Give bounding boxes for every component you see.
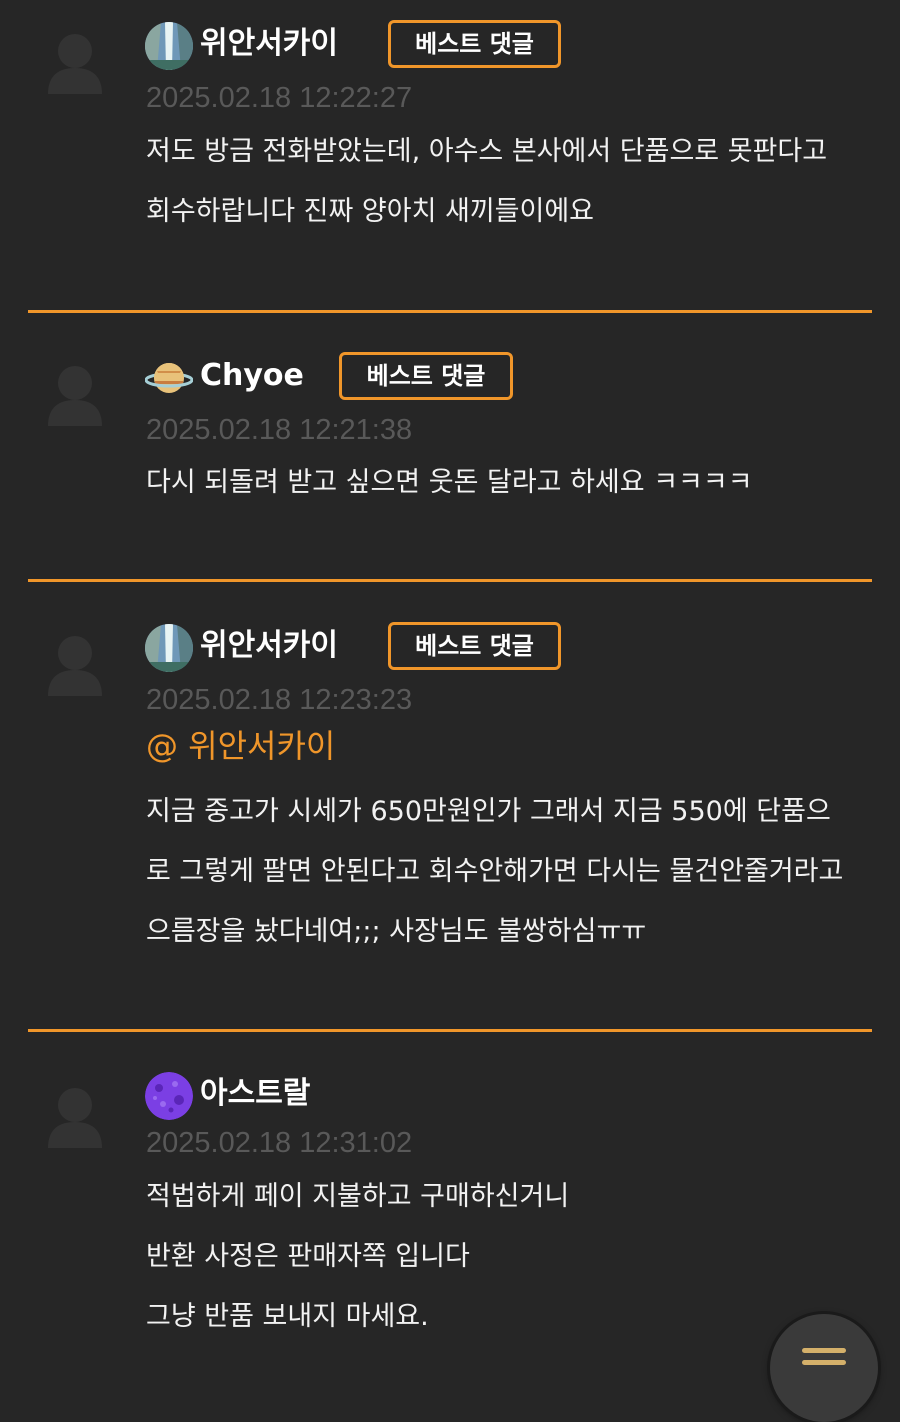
comment-text-line: 저도 방금 전화받았는데, 아수스 본사에서 단품으로 못판다고: [146, 136, 828, 167]
comment-text-line: 다시 되돌려 받고 싶으면 웃돈 달라고 하세요 ㅋㅋㅋㅋ: [146, 467, 753, 498]
comment-timestamp: 2025.02.18 12:23:23: [146, 684, 413, 716]
comment-timestamp: 2025.02.18 12:21:38: [146, 414, 413, 446]
comment-text-line: 지금 중고가 시세가 650만원인가 그래서 지금 550에 단품으: [146, 796, 831, 827]
comment-text-line: 로 그렇게 팔면 안된다고 회수안해가면 다시는 물건안줄거라고: [146, 856, 844, 887]
best-comment-badge: 베스트 댓글: [339, 352, 513, 400]
comment-text-line: 그냥 반품 보내지 마세요.: [146, 1301, 429, 1332]
best-comment-badge: 베스트 댓글: [388, 622, 561, 670]
saturn-badge-icon: [144, 354, 194, 402]
comment-timestamp: 2025.02.18 12:31:02: [146, 1127, 413, 1159]
comment-text-line: 으름장을 놨다네여;;; 사장님도 불쌍하심ㅠㅠ: [146, 916, 647, 947]
comment-text-line: 회수하랍니다 진짜 양아치 새끼들이에요: [146, 196, 595, 227]
best-comment-badge: 베스트 댓글: [388, 20, 561, 68]
comment-text-line: 적법하게 페이 지불하고 구매하신거니: [146, 1181, 570, 1212]
waterfall-badge-icon: [145, 624, 193, 672]
nickname[interactable]: Chyoe: [200, 356, 304, 396]
comment-timestamp: 2025.02.18 12:22:27: [146, 82, 413, 114]
user-placeholder-icon: [48, 1088, 102, 1148]
user-placeholder-icon: [48, 34, 102, 94]
comment-item: 위안서카이 베스트 댓글 2025.02.18 12:22:27 저도 방금 전…: [0, 0, 900, 310]
nickname[interactable]: 위안서카이: [200, 626, 338, 666]
purple-planet-badge-icon: [145, 1072, 193, 1120]
user-placeholder-icon: [48, 366, 102, 426]
reply-mention[interactable]: @ 위안서카이: [146, 726, 335, 766]
menu-button[interactable]: [770, 1314, 878, 1422]
comment-text-line: 반환 사정은 판매자쪽 입니다: [146, 1241, 470, 1272]
waterfall-badge-icon: [145, 22, 193, 70]
comment-item: 위안서카이 베스트 댓글 2025.02.18 12:23:23 @ 위안서카이…: [0, 582, 900, 1029]
nickname[interactable]: 위안서카이: [200, 24, 338, 64]
nickname[interactable]: 아스트랄: [200, 1074, 310, 1114]
user-placeholder-icon: [48, 636, 102, 696]
comment-item: Chyoe 베스트 댓글 2025.02.18 12:21:38 다시 되돌려 …: [0, 313, 900, 579]
comment-item: 아스트랄 2025.02.18 12:31:02 적법하게 페이 지불하고 구매…: [0, 1032, 900, 1370]
